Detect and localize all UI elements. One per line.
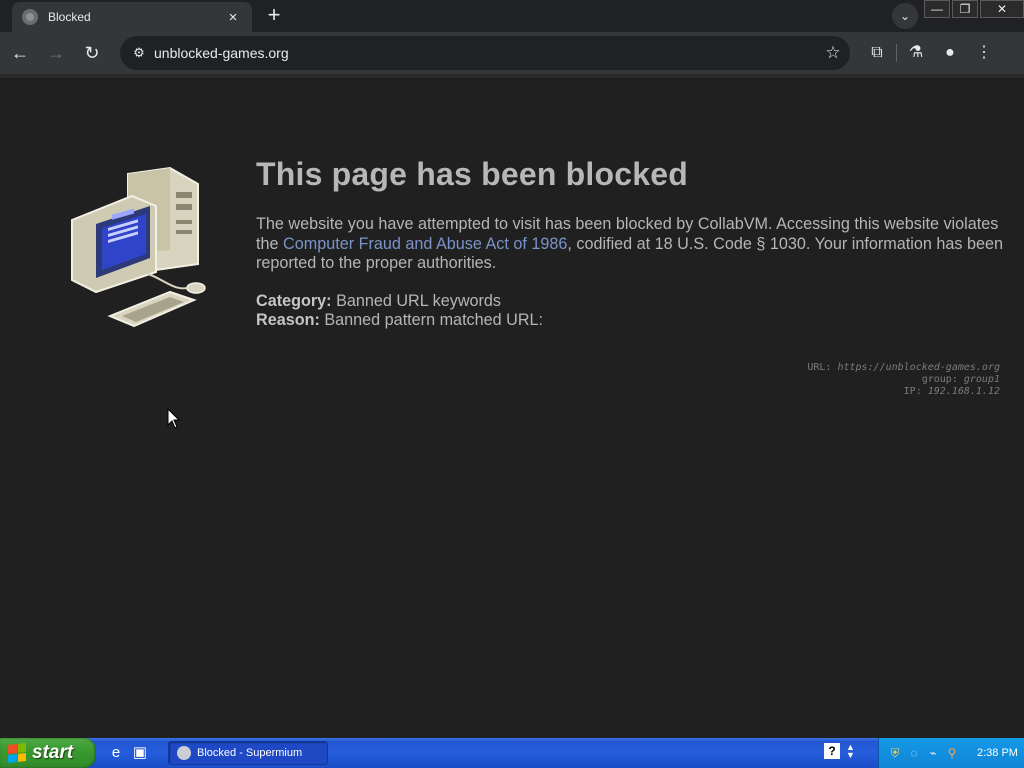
language-bar-arrows-icon[interactable]: ▲ ▼ [846, 743, 855, 760]
page-title: This page has been blocked [256, 156, 688, 192]
internet-explorer-icon[interactable]: e [106, 743, 126, 763]
debug-ip-label: IP: [903, 386, 922, 397]
plus-icon[interactable]: + [260, 4, 288, 28]
browser-toolbar: ← → ↻ ⚙ unblocked-games.org ☆ ⧉ ⚗ ● ⋮ [0, 32, 1024, 74]
labs-flask-icon[interactable]: ⚗ [899, 37, 933, 69]
tab-title: Blocked [48, 10, 91, 24]
window-controls: — ❐ ✕ [922, 0, 1024, 20]
debug-url-row: URL: https://unblocked-games.org [807, 362, 1000, 374]
close-icon[interactable]: × [224, 9, 242, 26]
address-bar[interactable]: ⚙ unblocked-games.org ☆ [120, 36, 850, 70]
taskbar-window-label: Blocked - Supermium [197, 747, 303, 759]
debug-ip-value: 192.168.1.12 [927, 386, 1000, 397]
category-value: Banned URL keywords [336, 291, 502, 310]
windows-logo-icon [8, 743, 26, 763]
start-label: start [32, 742, 74, 763]
cfaa-link[interactable]: Computer Fraud and Abuse Act of 1986 [283, 235, 567, 253]
debug-group-label: group: [921, 374, 958, 385]
debug-url-label: URL: [807, 362, 832, 373]
quick-launch: e ▣ [106, 743, 154, 763]
restore-button[interactable]: ❐ [952, 0, 978, 18]
reason-label: Reason: [256, 311, 320, 329]
site-info-icon[interactable]: ⚙ [124, 45, 154, 61]
minimize-button[interactable]: — [924, 0, 950, 18]
extensions-icon[interactable]: ⧉ [860, 37, 894, 69]
window-close-button[interactable]: ✕ [980, 0, 1024, 18]
category-row: Category: Banned URL keywords [256, 292, 1006, 312]
debug-ip-row: IP: 192.168.1.12 [807, 386, 1000, 398]
show-desktop-icon[interactable]: ▣ [130, 743, 150, 763]
profile-icon[interactable]: ● [933, 37, 967, 69]
debug-group-value: group1 [963, 374, 1000, 385]
system-tray: ⛨ ◌ ⌁ ⚲ 2:38 PM [878, 738, 1024, 768]
back-arrow-icon[interactable]: ← [4, 37, 36, 69]
star-icon[interactable]: ☆ [816, 43, 850, 63]
blocked-message: This page has been blocked The website y… [256, 156, 1006, 331]
reason-value: Banned pattern matched URL: [324, 311, 544, 329]
block-details: Category: Banned URL keywords Reason: Ba… [256, 292, 1006, 331]
toolbar-actions: ⧉ ⚗ ● ⋮ [860, 37, 1001, 69]
block-description: The website you have attempted to visit … [256, 215, 1006, 274]
help-icon[interactable]: ? [824, 743, 840, 759]
language-bar: ? ▲ ▼ [824, 743, 855, 760]
shield-icon[interactable]: ⛨ [887, 745, 903, 761]
category-label: Category: [256, 291, 332, 310]
network-cable-icon[interactable]: ⌁ [925, 745, 941, 761]
search-icon[interactable]: ⚲ [944, 745, 960, 761]
debug-info: URL: https://unblocked-games.org group: … [807, 362, 1000, 398]
taskbar: start e ▣ Blocked - Supermium ? ▲ ▼ ⛨ ◌ ⌁… [0, 738, 1024, 768]
toolbar-divider [896, 44, 897, 62]
debug-group-row: group: group1 [807, 374, 1000, 386]
start-button[interactable]: start [0, 738, 96, 768]
mouse-cursor-icon [167, 408, 181, 429]
debug-url-value: https://unblocked-games.org [837, 362, 1000, 373]
url-text[interactable]: unblocked-games.org [154, 45, 816, 61]
forward-arrow-icon[interactable]: → [40, 37, 72, 69]
network-icon[interactable]: ◌ [906, 745, 922, 761]
blocked-page: This page has been blocked The website y… [0, 78, 1024, 738]
reload-icon[interactable]: ↻ [76, 37, 108, 69]
taskbar-window-button[interactable]: Blocked - Supermium [168, 741, 328, 765]
clock[interactable]: 2:38 PM [977, 747, 1018, 759]
kebab-menu-icon[interactable]: ⋮ [967, 37, 1001, 69]
tab-favicon-icon [22, 9, 38, 25]
chevron-down-icon[interactable]: ⌄ [892, 3, 918, 29]
tab-bar: Blocked × + ⌄ — ❐ ✕ [0, 0, 1024, 32]
tab-blocked[interactable]: Blocked × [12, 2, 252, 32]
computer-illustration-icon [71, 166, 206, 328]
supermium-icon [177, 746, 191, 760]
reason-row: Reason: Banned pattern matched URL: [256, 311, 1006, 331]
